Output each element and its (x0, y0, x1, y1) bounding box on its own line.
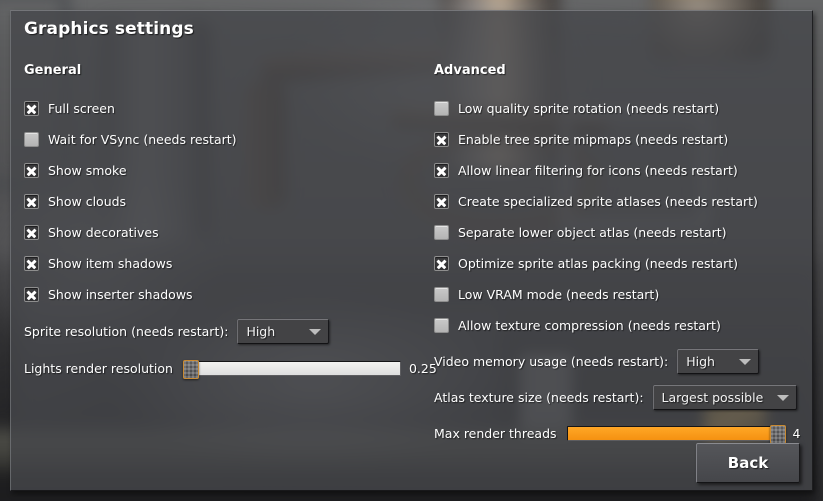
checkbox-label-create-specialized-sprite-atlases: Create specialized sprite atlases (needs… (458, 194, 758, 209)
atlas-texture-size-row: Atlas texture size (needs restart): Larg… (434, 382, 804, 413)
general-settings-column: Full screen Wait for VSync (needs restar… (24, 93, 437, 384)
back-button-label: Back (727, 454, 769, 472)
checkbox-label-show-inserter-shadows: Show inserter shadows (48, 287, 193, 302)
graphics-settings-dialog: Graphics settings General Advanced Full … (10, 10, 813, 491)
checkbox-row-low-vram-mode[interactable]: Low VRAM mode (needs restart) (434, 279, 804, 310)
sprite-resolution-dropdown[interactable]: High (237, 319, 330, 344)
checkbox-label-allow-texture-compression: Allow texture compression (needs restart… (458, 318, 721, 333)
checkbox-show-inserter-shadows[interactable] (24, 287, 39, 302)
checkbox-row-show-clouds[interactable]: Show clouds (24, 186, 424, 217)
checkbox-label-enable-tree-sprite-mipmaps: Enable tree sprite mipmaps (needs restar… (458, 132, 729, 147)
checkbox-label-optimize-sprite-atlas-packing: Optimize sprite atlas packing (needs res… (458, 256, 738, 271)
chevron-down-icon (309, 328, 322, 335)
video-memory-usage-label: Video memory usage (needs restart): (434, 354, 669, 369)
checkbox-row-show-decoratives[interactable]: Show decoratives (24, 217, 424, 248)
checkbox-show-clouds[interactable] (24, 194, 39, 209)
checkbox-row-enable-tree-sprite-mipmaps[interactable]: Enable tree sprite mipmaps (needs restar… (434, 124, 804, 155)
checkbox-label-low-vram-mode: Low VRAM mode (needs restart) (458, 287, 660, 302)
checkbox-label-wait-for-vsync: Wait for VSync (needs restart) (48, 132, 237, 147)
checkbox-row-show-item-shadows[interactable]: Show item shadows (24, 248, 424, 279)
checkbox-show-decoratives[interactable] (24, 225, 39, 240)
checkbox-label-show-decoratives: Show decoratives (48, 225, 159, 240)
checkbox-row-show-inserter-shadows[interactable]: Show inserter shadows (24, 279, 424, 310)
sprite-resolution-label: Sprite resolution (needs restart): (24, 324, 229, 339)
back-button[interactable]: Back (696, 443, 800, 483)
slider-handle[interactable] (182, 360, 199, 379)
checkbox-row-allow-texture-compression[interactable]: Allow texture compression (needs restart… (434, 310, 804, 341)
checkbox-label-show-smoke: Show smoke (48, 163, 127, 178)
slider-track[interactable] (182, 360, 401, 379)
sprite-resolution-row: Sprite resolution (needs restart): High (24, 316, 424, 347)
slider-handle[interactable] (769, 425, 786, 444)
atlas-texture-size-dropdown[interactable]: Largest possible (652, 385, 797, 410)
checkbox-allow-texture-compression[interactable] (434, 318, 449, 333)
checkbox-wait-for-vsync[interactable] (24, 132, 39, 147)
chevron-down-icon (739, 358, 752, 365)
video-memory-usage-row: Video memory usage (needs restart): High (434, 346, 804, 377)
checkbox-row-show-smoke[interactable]: Show smoke (24, 155, 424, 186)
checkbox-low-vram-mode[interactable] (434, 287, 449, 302)
checkbox-optimize-sprite-atlas-packing[interactable] (434, 256, 449, 271)
lights-render-resolution-label: Lights render resolution (24, 361, 173, 376)
slider-track[interactable] (566, 425, 786, 444)
checkbox-enable-tree-sprite-mipmaps[interactable] (434, 132, 449, 147)
checkbox-label-low-quality-sprite-rotation: Low quality sprite rotation (needs resta… (458, 101, 720, 116)
chevron-down-icon (776, 394, 789, 401)
checkbox-row-full-screen[interactable]: Full screen (24, 93, 424, 124)
checkbox-row-create-specialized-sprite-atlases[interactable]: Create specialized sprite atlases (needs… (434, 186, 804, 217)
section-heading-advanced: Advanced (434, 63, 506, 78)
checkbox-label-allow-linear-filtering-for-icons: Allow linear filtering for icons (needs … (458, 163, 738, 178)
checkbox-label-show-item-shadows: Show item shadows (48, 256, 173, 271)
checkbox-show-item-shadows[interactable] (24, 256, 39, 271)
advanced-settings-column: Low quality sprite rotation (needs resta… (434, 93, 804, 449)
lights-render-resolution-row: Lights render resolution 0.25 (24, 353, 437, 384)
section-heading-general: General (24, 63, 82, 78)
atlas-texture-size-value: Largest possible (661, 390, 764, 405)
lights-render-resolution-slider[interactable]: 0.25 (182, 360, 437, 379)
checkbox-label-separate-lower-object-atlas: Separate lower object atlas (needs resta… (458, 225, 727, 240)
checkbox-row-allow-linear-filtering-for-icons[interactable]: Allow linear filtering for icons (needs … (434, 155, 804, 186)
max-render-threads-label: Max render threads (434, 426, 557, 441)
checkbox-create-specialized-sprite-atlases[interactable] (434, 194, 449, 209)
checkbox-separate-lower-object-atlas[interactable] (434, 225, 449, 240)
checkbox-allow-linear-filtering-for-icons[interactable] (434, 163, 449, 178)
checkbox-label-show-clouds: Show clouds (48, 194, 127, 209)
video-memory-usage-dropdown[interactable]: High (677, 349, 760, 374)
max-render-threads-value: 4 (792, 426, 801, 441)
lights-render-resolution-value: 0.25 (408, 361, 437, 376)
video-memory-usage-value: High (686, 354, 715, 369)
checkbox-full-screen[interactable] (24, 101, 39, 116)
slider-fill (567, 427, 772, 440)
max-render-threads-slider[interactable]: 4 (566, 425, 801, 444)
checkbox-row-separate-lower-object-atlas[interactable]: Separate lower object atlas (needs resta… (434, 217, 804, 248)
checkbox-label-full-screen: Full screen (48, 101, 115, 116)
checkbox-row-optimize-sprite-atlas-packing[interactable]: Optimize sprite atlas packing (needs res… (434, 248, 804, 279)
checkbox-low-quality-sprite-rotation[interactable] (434, 101, 449, 116)
atlas-texture-size-label: Atlas texture size (needs restart): (434, 390, 644, 405)
page-title: Graphics settings (24, 19, 194, 39)
checkbox-show-smoke[interactable] (24, 163, 39, 178)
sprite-resolution-value: High (246, 324, 276, 339)
checkbox-row-low-quality-sprite-rotation[interactable]: Low quality sprite rotation (needs resta… (434, 93, 804, 124)
slider-fill (197, 362, 400, 375)
checkbox-row-wait-for-vsync[interactable]: Wait for VSync (needs restart) (24, 124, 424, 155)
